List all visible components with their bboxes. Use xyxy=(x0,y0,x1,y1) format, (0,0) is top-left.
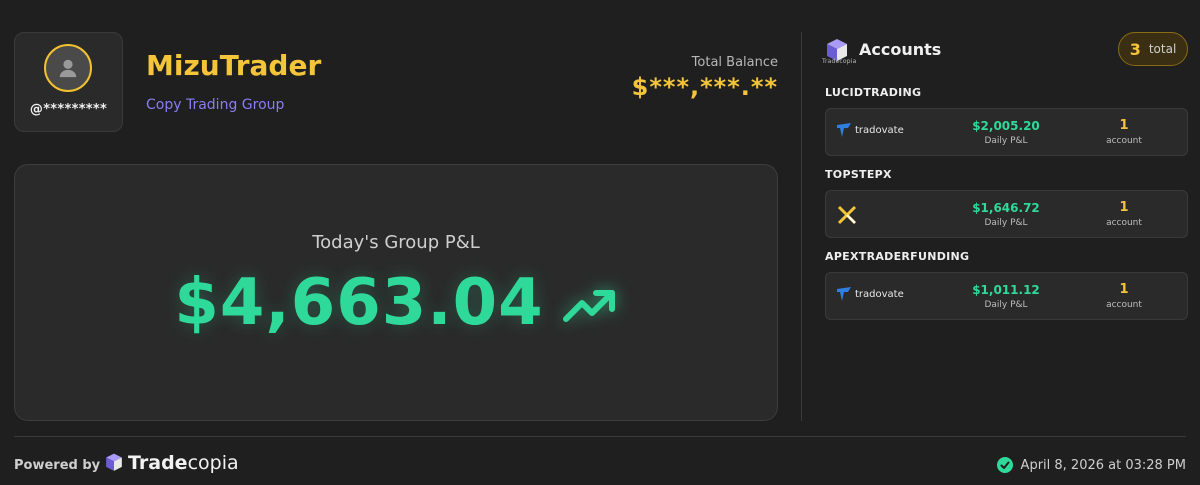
account-card-lucidtrading[interactable]: tradovate $2,005.20 Daily P&L 1 account xyxy=(825,108,1188,156)
account-pnl-label: Daily P&L xyxy=(984,136,1028,146)
tradecopia-brand[interactable]: Tradecopia xyxy=(104,452,239,474)
group-pnl-row: $4,663.04 xyxy=(15,266,777,340)
total-label: total xyxy=(1148,42,1177,56)
account-count-value: 1 xyxy=(1119,200,1129,215)
footer-divider xyxy=(14,436,1186,437)
user-handle: @********* xyxy=(29,102,108,117)
brand-name: Tradecopia xyxy=(128,452,239,474)
brand-light: copia xyxy=(187,452,239,474)
trend-up-icon xyxy=(562,290,615,322)
group-pnl-value: $4,663.04 xyxy=(174,266,544,340)
brand-bold: Trade xyxy=(128,452,188,474)
tradovate-icon xyxy=(837,287,851,301)
account-count: 1 account xyxy=(1091,118,1157,146)
accounts-logo-text: Tradecopia xyxy=(822,58,857,65)
total-count: 3 xyxy=(1129,39,1141,59)
avatar xyxy=(44,44,92,92)
timestamp-text: April 8, 2026 at 03:28 PM xyxy=(1020,457,1186,473)
total-accounts-badge: 3 total xyxy=(1118,32,1188,66)
account-pnl-value: $1,646.72 xyxy=(972,201,1040,215)
group-pnl-title: Today's Group P&L xyxy=(312,232,480,253)
account-count: 1 account xyxy=(1091,282,1157,310)
broker-logo xyxy=(836,205,858,225)
account-pnl-label: Daily P&L xyxy=(984,300,1028,310)
vertical-divider xyxy=(801,32,802,421)
account-pnl-value: $2,005.20 xyxy=(972,119,1040,133)
broker-name: tradovate xyxy=(855,288,904,300)
broker-name: tradovate xyxy=(855,124,904,136)
tradovate-icon xyxy=(837,123,851,137)
account-count-label: account xyxy=(1106,136,1142,146)
timestamp: April 8, 2026 at 03:28 PM xyxy=(996,457,1186,473)
total-balance-value: $***,***.** xyxy=(631,73,778,101)
account-card-apextraderfunding[interactable]: tradovate $1,011.12 Daily P&L 1 account xyxy=(825,272,1188,320)
account-pnl: $2,005.20 Daily P&L xyxy=(956,119,1056,146)
firm-name-lucidtrading: LUCIDTRADING xyxy=(825,86,922,99)
powered-by-label: Powered by xyxy=(14,458,101,473)
account-count-value: 1 xyxy=(1119,118,1129,133)
group-label[interactable]: Copy Trading Group xyxy=(146,97,284,113)
firm-name-apextraderfunding: APEXTRADERFUNDING xyxy=(825,250,970,263)
broker-logo: tradovate xyxy=(836,122,904,138)
account-pnl-value: $1,011.12 xyxy=(972,283,1040,297)
check-circle-icon xyxy=(996,457,1013,473)
account-pnl-label: Daily P&L xyxy=(984,218,1028,228)
user-icon xyxy=(59,59,77,78)
profile-card: @********* xyxy=(14,32,123,132)
account-pnl: $1,011.12 Daily P&L xyxy=(956,283,1056,310)
username: MizuTrader xyxy=(146,49,322,82)
account-count-label: account xyxy=(1106,300,1142,310)
total-balance-label: Total Balance xyxy=(691,55,778,70)
account-count-label: account xyxy=(1106,218,1142,228)
accounts-title: Accounts xyxy=(859,40,942,59)
topstepx-icon xyxy=(837,205,857,225)
account-pnl: $1,646.72 Daily P&L xyxy=(956,201,1056,228)
firm-name-topstepx: TOPSTEPX xyxy=(825,168,892,181)
tradecopia-cube-icon xyxy=(106,453,122,471)
account-card-topstepx[interactable]: $1,646.72 Daily P&L 1 account xyxy=(825,190,1188,238)
group-pnl-card: Today's Group P&L $4,663.04 xyxy=(14,164,778,421)
account-count: 1 account xyxy=(1091,200,1157,228)
broker-logo: tradovate xyxy=(836,286,904,302)
account-count-value: 1 xyxy=(1119,282,1129,297)
